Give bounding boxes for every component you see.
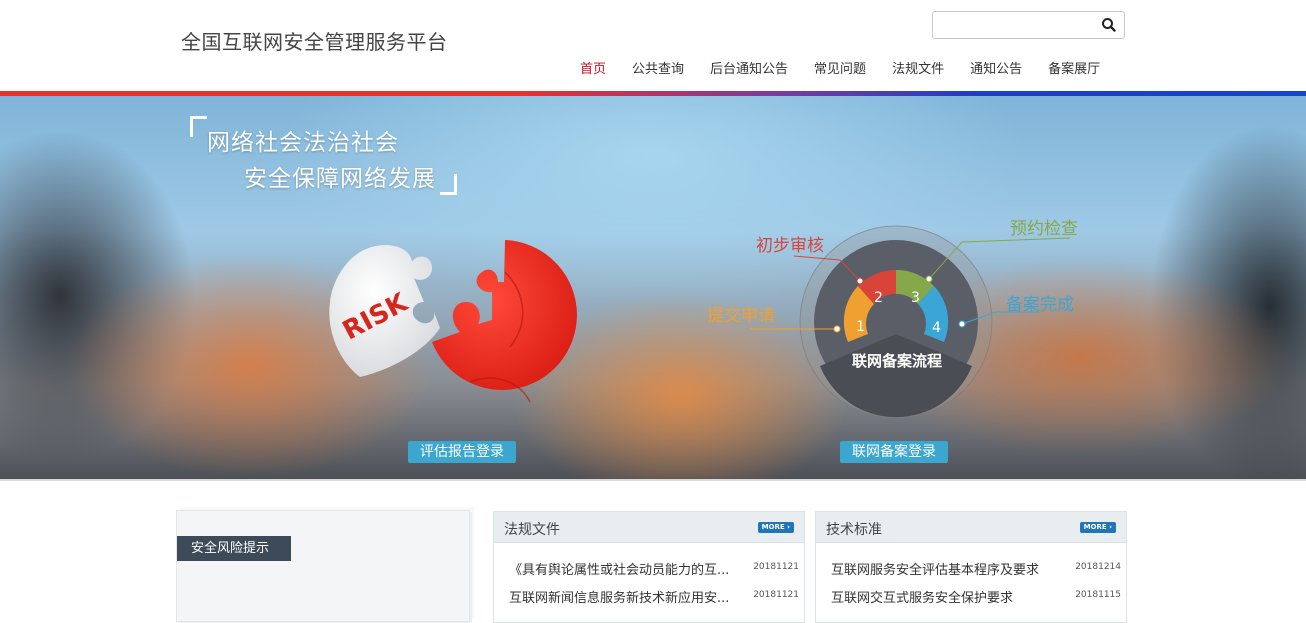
nav-item-faq[interactable]: 常见问题 xyxy=(814,58,866,78)
nav-item-backend-notices[interactable]: 后台通知公告 xyxy=(710,58,788,78)
list-item[interactable]: 互联网新闻信息服务新技术新应用安... 20181121 xyxy=(509,587,799,607)
process-step-1-label: 提交申请 xyxy=(707,306,775,326)
search-input[interactable] xyxy=(939,16,1103,36)
nav-item-filing-hall[interactable]: 备案展厅 xyxy=(1048,58,1100,78)
list-item[interactable]: 互联网交互式服务安全保护要求 20181115 xyxy=(831,587,1121,607)
list-item-title: 《具有舆论属性或社会动员能力的互... xyxy=(509,563,730,578)
list-item-date: 20181115 xyxy=(1075,590,1121,600)
laws-more-button[interactable]: MORE › xyxy=(757,522,794,533)
risk-tips-label[interactable]: 安全风险提示 xyxy=(177,536,291,561)
slogan-bracket-close xyxy=(440,174,457,195)
list-item[interactable]: 互联网服务安全评估基本程序及要求 20181214 xyxy=(831,559,1121,579)
process-step-4-number: 4 xyxy=(932,320,941,336)
list-item-date: 20181121 xyxy=(753,590,799,600)
list-item-title: 互联网新闻信息服务新技术新应用安... xyxy=(509,591,730,606)
assess-report-login-button[interactable]: 评估报告登录 xyxy=(408,441,516,463)
search-box xyxy=(932,11,1125,39)
slogan-line-2: 安全保障网络发展 xyxy=(244,166,436,192)
standards-panel: 技术标准 MORE › 互联网服务安全评估基本程序及要求 20181214 互联… xyxy=(815,511,1127,623)
risk-tips-card xyxy=(176,510,470,622)
list-item-date: 20181121 xyxy=(753,562,799,572)
main-nav: 首页 公共查询 后台通知公告 常见问题 法规文件 通知公告 备案展厅 xyxy=(580,58,1100,78)
search-icon[interactable] xyxy=(1100,16,1118,34)
laws-panel-title: 法规文件 xyxy=(504,522,560,538)
process-step-2-number: 2 xyxy=(874,290,883,306)
process-step-2-label: 初步审核 xyxy=(756,236,824,256)
standards-more-label: MORE xyxy=(1083,523,1107,531)
list-item-title: 互联网服务安全评估基本程序及要求 xyxy=(831,563,1040,578)
standards-panel-header: 技术标准 MORE › xyxy=(816,512,1126,543)
standards-panel-title: 技术标准 xyxy=(826,522,882,538)
laws-more-label: MORE xyxy=(761,523,785,531)
list-item-date: 20181214 xyxy=(1075,562,1121,572)
slogan-bracket-open xyxy=(190,116,207,137)
nav-item-public-query[interactable]: 公共查询 xyxy=(632,58,684,78)
standards-more-button[interactable]: MORE › xyxy=(1079,522,1116,533)
risk-puzzle-graphic: RISK xyxy=(320,232,590,422)
slogan-line-1: 网络社会法治社会 xyxy=(207,130,399,156)
list-item[interactable]: 《具有舆论属性或社会动员能力的互... 20181121 xyxy=(509,559,799,579)
laws-panel: 法规文件 MORE › 《具有舆论属性或社会动员能力的互... 20181121… xyxy=(493,511,805,623)
process-center-label: 联网备案流程 xyxy=(851,352,942,370)
list-item-title: 互联网交互式服务安全保护要求 xyxy=(831,591,1014,606)
filing-login-button[interactable]: 联网备案登录 xyxy=(840,441,948,463)
laws-panel-header: 法规文件 MORE › xyxy=(494,512,804,543)
nav-item-regulations[interactable]: 法规文件 xyxy=(892,58,944,78)
nav-item-home[interactable]: 首页 xyxy=(580,58,606,78)
process-step-4-label: 备案完成 xyxy=(1006,295,1074,315)
hero-banner: 网络社会法治社会 安全保障网络发展 RISK 评估报告登录 1 2 3 4 联网… xyxy=(0,96,1306,480)
site-header: 全国互联网安全管理服务平台 首页 公共查询 后台通知公告 常见问题 法规文件 通… xyxy=(0,0,1306,92)
nav-item-notices[interactable]: 通知公告 xyxy=(970,58,1022,78)
site-title: 全国互联网安全管理服务平台 xyxy=(181,30,448,54)
process-step-1-number: 1 xyxy=(856,319,865,335)
process-step-3-label: 预约检查 xyxy=(1010,219,1078,239)
process-step-3-number: 3 xyxy=(911,290,920,306)
